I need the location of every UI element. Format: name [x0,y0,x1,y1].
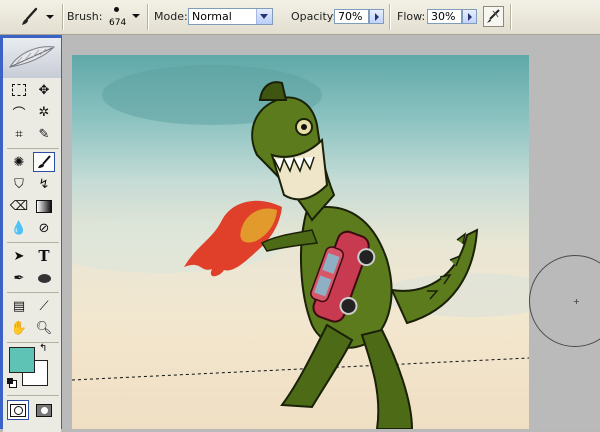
magic-wand-tool[interactable]: ✲ [33,102,55,122]
chevron-down-icon [132,14,140,18]
gradient-tool[interactable] [33,196,55,216]
standard-mode-icon [10,403,26,417]
divider [147,4,148,30]
standard-mode-button[interactable] [7,400,29,420]
crop-icon: ⌗ [15,126,23,142]
notes-tool[interactable]: ▤ [8,296,30,316]
slice-icon: ✎ [38,126,50,142]
stamp-icon: ⛉ [14,176,24,192]
divider [510,4,511,30]
opacity-label: Opacity: [291,10,337,23]
tools-panel-body: ✥ ⌒ ✲ ⌗ ✎ ✺ ⛉ ↯ ⌫ 💧 ⊘ ➤ T ✒ ▤ ⟋ ✋ 🔍︎ ↰ [3,38,61,432]
type-t-icon: T [38,247,50,265]
divider [7,148,59,149]
flow-input[interactable]: 30% [427,9,462,24]
magic-wand-icon: ✲ [38,104,50,120]
brush-tip-icon [114,7,119,12]
shape-tool[interactable] [33,268,55,288]
swap-colors-icon[interactable]: ↰ [39,343,47,354]
brush-cursor: + [529,255,600,347]
pen-icon: ✒ [13,270,25,286]
blur-tool[interactable]: 💧 [8,218,30,238]
brush-label: Brush: [67,10,103,23]
divider [7,342,59,343]
divider [7,395,59,396]
path-selection-tool[interactable]: ➤ [8,246,30,266]
slice-tool[interactable]: ✎ [33,124,55,144]
flow-slider-button[interactable] [462,9,477,24]
lasso-icon: ⌒ [12,106,26,122]
brush-tool[interactable] [33,152,55,172]
type-tool[interactable]: T [33,246,55,266]
mode-label: Mode: [154,10,188,23]
divider [62,4,63,30]
tool-preset-picker[interactable] [10,5,56,29]
arrow-pointer-icon: ➤ [13,248,25,264]
healing-brush-tool[interactable]: ✺ [8,152,30,172]
eyedropper-tool[interactable]: ⟋ [33,296,55,316]
crop-tool[interactable]: ⌗ [8,124,30,144]
brush-picker[interactable]: 674 [104,2,142,32]
brush-icon [38,155,51,168]
note-icon: ▤ [12,298,26,314]
airbrush-icon [487,9,500,23]
airbrush-toggle-button[interactable] [483,6,504,27]
mode-value: Normal [192,10,232,23]
lasso-tool[interactable]: ⌒ [8,102,30,122]
hand-tool[interactable]: ✋ [8,318,30,338]
eraser-icon: ⌫ [9,198,29,214]
chevron-down-icon [46,15,54,19]
history-brush-tool[interactable]: ↯ [33,174,55,194]
healing-brush-icon: ✺ [13,154,25,170]
pen-tool[interactable]: ✒ [8,268,30,288]
brush-size-value: 674 [109,18,127,28]
artwork [72,65,529,429]
divider [389,4,390,30]
mode-select[interactable]: Normal [188,8,273,25]
opacity-slider-button[interactable] [369,9,384,24]
flow-label: Flow: [397,10,426,23]
gradient-icon [36,199,52,213]
ellipse-shape-icon [37,273,51,283]
dodge-icon: ⊘ [38,220,50,236]
feather-logo-icon [8,46,56,68]
marquee-icon [12,84,26,96]
chevron-down-icon[interactable] [256,9,272,24]
opacity-value: 70% [338,10,363,23]
document-canvas[interactable] [72,55,529,429]
quick-mask-mode-button[interactable] [33,400,55,420]
move-icon: ✥ [38,82,50,98]
flow-value: 30% [431,10,456,23]
default-colors-icon[interactable] [7,378,17,388]
hand-icon: ✋ [10,320,28,336]
divider [7,292,59,293]
foreground-color-swatch[interactable] [9,347,35,373]
zoom-tool[interactable]: 🔍︎ [33,318,55,338]
clone-stamp-tool[interactable]: ⛉ [8,174,30,194]
eyedropper-icon: ⟋ [39,298,49,314]
quick-mask-icon [36,403,52,417]
magnifier-icon: 🔍︎ [35,320,53,336]
dodge-tool[interactable]: ⊘ [33,218,55,238]
options-bar: Brush: 674 Mode: Normal Opacity: 70% Flo… [0,0,600,35]
brush-tool-icon [22,7,38,25]
divider [7,242,59,243]
tools-panel-header[interactable] [3,38,61,78]
canvas-area[interactable]: + [62,35,600,429]
crosshair-icon: + [573,297,580,306]
tools-panel: ✥ ⌒ ✲ ⌗ ✎ ✺ ⛉ ↯ ⌫ 💧 ⊘ ➤ T ✒ ▤ ⟋ ✋ 🔍︎ ↰ [0,35,62,432]
blur-drop-icon: 💧 [10,220,28,236]
eraser-tool[interactable]: ⌫ [8,196,30,216]
opacity-input[interactable]: 70% [334,9,369,24]
move-tool[interactable]: ✥ [33,80,55,100]
marquee-tool[interactable] [8,80,30,100]
history-brush-icon: ↯ [38,176,50,192]
